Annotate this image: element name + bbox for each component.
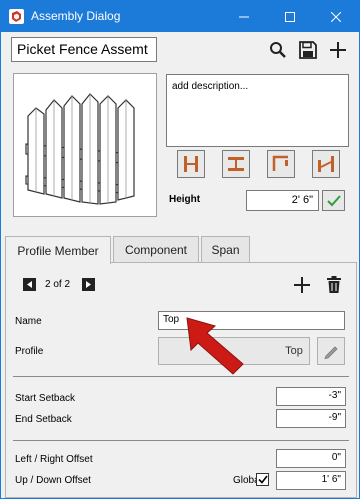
- start-setback-label: Start Setback: [15, 393, 76, 404]
- maximize-icon: [285, 11, 295, 22]
- annotation-arrow-icon: [186, 317, 244, 375]
- start-setback-input[interactable]: -3": [276, 387, 346, 406]
- search-button[interactable]: [267, 39, 289, 61]
- previous-member-button[interactable]: [23, 278, 36, 291]
- left-right-offset-label: Left / Right Offset: [15, 454, 93, 465]
- corner-alignment-button[interactable]: [267, 150, 295, 178]
- tab-component[interactable]: Component: [113, 236, 199, 263]
- corner-bracket-icon: [272, 155, 288, 171]
- save-button[interactable]: [297, 39, 319, 61]
- pencil-icon: [324, 346, 338, 359]
- search-icon: [270, 42, 286, 58]
- close-button[interactable]: [313, 1, 359, 32]
- checkmark-icon: [257, 475, 268, 484]
- assembly-name-input[interactable]: Picket Fence Assemt: [11, 37, 157, 62]
- end-setback-input[interactable]: -9": [276, 409, 346, 428]
- next-member-button[interactable]: [82, 278, 95, 291]
- maximize-button[interactable]: [267, 1, 313, 32]
- window-title: Assembly Dialog: [31, 9, 121, 23]
- left-right-offset-input[interactable]: 0": [276, 449, 346, 468]
- up-down-offset-label: Up / Down Offset: [15, 475, 91, 486]
- picket-fence-thumbnail: [25, 93, 135, 205]
- save-icon: [299, 41, 317, 59]
- tab-span[interactable]: Span: [201, 236, 250, 263]
- minimize-icon: [239, 16, 249, 17]
- apply-height-button[interactable]: [322, 190, 345, 211]
- trash-icon: [327, 276, 341, 293]
- profile-button-label: Top: [285, 345, 303, 357]
- height-label: Height: [169, 194, 201, 205]
- assembly-preview-image: [13, 73, 157, 217]
- profile-label: Profile: [15, 346, 44, 357]
- global-checkbox[interactable]: [256, 473, 269, 486]
- plus-icon: [294, 277, 310, 293]
- tab-profile-member[interactable]: Profile Member: [5, 236, 111, 264]
- add-member-button[interactable]: [293, 276, 311, 294]
- plus-icon: [330, 42, 346, 58]
- triangle-left-icon: [27, 281, 32, 288]
- close-icon: [331, 11, 341, 22]
- slope-icon: [318, 156, 334, 172]
- triangle-right-icon: [86, 281, 91, 288]
- align-horizontal-icon: [184, 156, 198, 172]
- name-label: Name: [15, 316, 42, 327]
- align-left-right-button[interactable]: [177, 150, 205, 178]
- height-input[interactable]: 2' 6": [246, 190, 319, 211]
- align-top-bottom-button[interactable]: [222, 150, 250, 178]
- slope-alignment-button[interactable]: [312, 150, 340, 178]
- edit-profile-button[interactable]: [317, 337, 345, 365]
- description-textarea[interactable]: add description...: [166, 74, 349, 147]
- minimize-button[interactable]: [221, 1, 267, 32]
- up-down-offset-input[interactable]: 1' 6": [276, 471, 346, 490]
- delete-member-button[interactable]: [326, 276, 342, 294]
- end-setback-label: End Setback: [15, 414, 72, 425]
- member-page-indicator: 2 of 2: [45, 279, 71, 290]
- add-assembly-button[interactable]: [327, 39, 349, 61]
- section-divider: [13, 440, 349, 441]
- checkmark-icon: [326, 194, 341, 206]
- align-vertical-icon: [228, 157, 244, 171]
- assembly-dialog-window: Assembly Dialog Picket Fence Assemt add …: [0, 0, 360, 499]
- app-icon: [9, 9, 24, 24]
- title-bar[interactable]: Assembly Dialog: [1, 1, 359, 32]
